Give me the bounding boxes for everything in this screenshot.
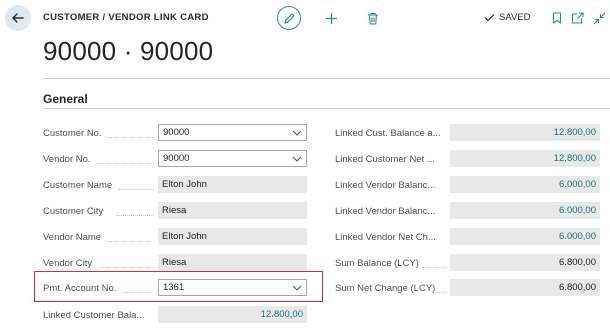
linked-vendor-balance-2-label: Linked Vendor Balanc... [335,206,436,217]
customer-name-label: Customer Name [43,180,113,191]
linked-cust-balance-a-label: Linked Cust. Balance a... [335,128,441,139]
external-link-icon [571,12,584,24]
page-title: CUSTOMER / VENDOR LINK CARD [43,12,209,23]
pencil-icon [283,12,295,24]
trash-icon [368,12,378,25]
customer-city-label: Customer City [43,206,104,217]
sum-net-change-label: Sum Net Change (LCY) [335,283,436,294]
linked-vendor-net-change-field[interactable]: 6.000,00 [450,228,600,245]
dotted-leader [116,215,154,216]
vendor-name-label: Vendor Name [43,232,102,243]
linked-customer-net-label: Linked Customer Net ... [335,154,435,165]
sum-net-change-field: 6.800,00 [450,279,600,296]
dotted-leader [118,189,154,190]
linked-cust-balance-a-field[interactable]: 12.800,00 [450,124,600,141]
saved-label: SAVED [499,12,531,23]
dotted-leader [108,241,154,242]
linked-vendor-balance-value[interactable]: 6.000,00 [559,179,596,190]
new-button[interactable] [323,10,339,26]
customer-no-value: 90000 [163,127,190,138]
open-new-window-button[interactable] [570,11,584,25]
linked-cust-balance-a-value[interactable]: 12.800,00 [554,127,596,138]
customer-name-field: Elton John [158,176,307,193]
save-status: SAVED [484,12,531,23]
linked-vendor-balance-field[interactable]: 6.000,00 [450,176,600,193]
linked-vendor-balance-label: Linked Vendor Balanc... [335,180,436,191]
delete-button[interactable] [365,10,381,26]
vendor-no-label: Vendor No. [43,154,91,165]
linked-vendor-net-change-label: Linked Vendor Net Ch... [335,232,436,243]
linked-vendor-balance-2-field[interactable]: 6.000,00 [450,202,600,219]
sum-net-change-value: 6.800,00 [559,282,596,293]
linked-vendor-balance-2-value[interactable]: 6.000,00 [559,205,596,216]
vendor-name-value: Elton John [162,231,207,242]
linked-customer-balance-label: Linked Customer Bala... [43,310,145,321]
linked-customer-balance-field[interactable]: 12.800,00 [158,306,307,323]
highlight-box [34,271,323,302]
dotted-leader [436,292,446,293]
linked-vendor-net-change-value[interactable]: 6.000,00 [559,231,596,242]
customer-no-field[interactable]: 90000 [158,124,307,141]
dotted-leader [98,163,154,164]
edit-button[interactable] [277,6,301,30]
vendor-city-value: Riesa [162,257,187,268]
dotted-leader [108,137,154,138]
customer-no-label: Customer No. [43,128,102,139]
vendor-city-label: Vendor City [43,258,93,269]
chevron-down-icon[interactable] [292,156,302,162]
linked-customer-balance-value[interactable]: 12.800,00 [261,309,303,320]
sum-balance-value: 6.800,00 [559,257,596,268]
record-title: 90000 · 90000 [43,36,214,66]
vendor-no-value: 90000 [163,153,190,164]
vendor-no-field[interactable]: 90000 [158,150,307,167]
dotted-leader [422,267,446,268]
section-divider [43,108,610,109]
sum-balance-label: Sum Balance (LCY) [335,258,419,269]
checkmark-icon [484,14,495,22]
header-divider [43,78,610,79]
sum-balance-field: 6.800,00 [450,254,600,271]
collapse-arrows-icon [593,12,605,24]
dotted-leader [100,267,154,268]
arrow-left-icon [12,13,24,23]
chevron-down-icon[interactable] [292,130,302,136]
bookmark-button[interactable] [550,11,564,25]
linked-customer-net-field[interactable]: 12.800,00 [450,150,600,167]
customer-city-value: Riesa [162,205,187,216]
section-title-general[interactable]: General [43,92,88,106]
vendor-name-field: Elton John [158,228,307,245]
vendor-city-field: Riesa [158,254,307,271]
collapse-button[interactable] [592,11,606,25]
linked-customer-net-value[interactable]: 12.800,00 [554,153,596,164]
plus-icon [325,12,337,24]
back-button[interactable] [5,5,31,31]
bookmark-icon [552,12,562,24]
customer-name-value: Elton John [162,179,207,190]
customer-city-field: Riesa [158,202,307,219]
